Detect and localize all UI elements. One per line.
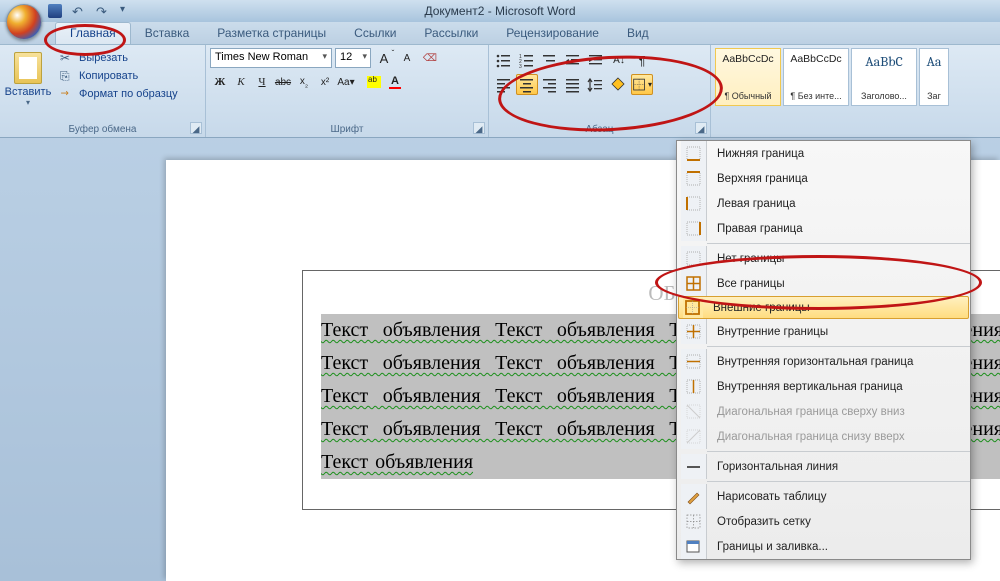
menu-view-gridlines[interactable]: Отобразить сетку (677, 509, 970, 534)
menu-top-border[interactable]: Верхняя граница (677, 166, 970, 191)
strikethrough-button[interactable]: abc (273, 72, 293, 92)
change-case-button[interactable]: Aa▾ (336, 72, 356, 92)
menu-right-border[interactable]: Правая граница (677, 216, 970, 241)
title-bar: ↶ ↷ ▾ Документ2 - Microsoft Word (0, 0, 1000, 22)
bullets-button[interactable] (493, 50, 515, 71)
italic-button[interactable]: К (231, 72, 251, 92)
tab-view[interactable]: Вид (613, 23, 663, 44)
paste-icon (14, 52, 42, 84)
underline-button[interactable]: Ч (252, 72, 272, 92)
office-button[interactable] (6, 4, 42, 40)
qat-customize-icon[interactable]: ▾ (120, 4, 134, 18)
group-clipboard: Вставить ▾ Вырезать Копировать Формат по… (0, 45, 206, 137)
brush-icon (60, 87, 74, 101)
style-normal[interactable]: AaBbCcDc ¶ Обычный (715, 48, 781, 106)
justify-button[interactable] (562, 74, 584, 95)
menu-inside-vertical-border[interactable]: Внутренняя вертикальная граница (677, 374, 970, 399)
group-label-clipboard: Буфер обмена (4, 122, 201, 136)
menu-diagonal-down-border: Диагональная граница сверху вниз (677, 399, 970, 424)
align-left-button[interactable] (493, 74, 515, 95)
menu-left-border[interactable]: Левая граница (677, 191, 970, 216)
line-spacing-button[interactable] (585, 74, 607, 95)
undo-icon[interactable]: ↶ (72, 4, 86, 18)
style-no-spacing[interactable]: AaBbCcDc ¶ Без инте... (783, 48, 849, 106)
numbering-button[interactable]: 123 (516, 50, 538, 71)
tab-review[interactable]: Рецензирование (492, 23, 613, 44)
multilevel-list-button[interactable] (539, 50, 561, 71)
decrease-indent-button[interactable] (562, 50, 584, 71)
clear-formatting-button[interactable]: ⌫ (420, 48, 440, 68)
menu-outside-borders[interactable]: Внешние границы (678, 296, 969, 319)
tab-page-layout[interactable]: Разметка страницы (203, 23, 340, 44)
shading-button[interactable] (608, 74, 630, 95)
highlight-button[interactable] (364, 72, 384, 92)
grow-font-button[interactable]: Aˇ (374, 48, 394, 68)
align-center-button[interactable] (516, 74, 538, 95)
sort-button[interactable]: A↓ (608, 50, 630, 71)
paste-button[interactable]: Вставить ▾ (4, 48, 52, 107)
shrink-font-button[interactable]: A (397, 48, 417, 68)
borders-dropdown-menu: Нижняя граница Верхняя граница Левая гра… (676, 140, 971, 560)
tab-mailings[interactable]: Рассылки (410, 23, 492, 44)
menu-diagonal-up-border: Диагональная граница снизу вверх (677, 424, 970, 449)
copy-icon (60, 69, 74, 83)
style-heading2[interactable]: Aa Заг (919, 48, 949, 106)
menu-inside-borders[interactable]: Внутренние границы (677, 319, 970, 344)
group-label-font: Шрифт (210, 122, 484, 136)
svg-text:3: 3 (519, 64, 522, 70)
align-right-button[interactable] (539, 74, 561, 95)
font-color-button[interactable]: A (385, 72, 405, 92)
menu-horizontal-line[interactable]: Горизонтальная линия (677, 454, 970, 479)
ribbon-tabs: Главная Вставка Разметка страницы Ссылки… (0, 22, 1000, 45)
dialog-launcher-clipboard[interactable]: ◢ (190, 122, 202, 134)
group-styles: AaBbCcDc ¶ Обычный AaBbCcDc ¶ Без инте..… (711, 45, 1000, 137)
tab-insert[interactable]: Вставка (131, 23, 204, 44)
redo-icon[interactable]: ↷ (96, 4, 110, 18)
group-paragraph: 123 A↓ ¶ ▾ Абзац ◢ (489, 45, 711, 137)
menu-inside-horizontal-border[interactable]: Внутренняя горизонтальная граница (677, 349, 970, 374)
menu-bottom-border[interactable]: Нижняя граница (677, 141, 970, 166)
group-font: Times New Roman 12 Aˇ A ⌫ Ж К Ч abc x₂ x… (206, 45, 489, 137)
superscript-button[interactable]: x² (315, 72, 335, 92)
style-heading1[interactable]: AaBbC Заголово... (851, 48, 917, 106)
scissors-icon (60, 51, 74, 65)
font-name-combo[interactable]: Times New Roman (210, 48, 332, 68)
window-title: Документ2 - Microsoft Word (424, 4, 575, 18)
save-icon[interactable] (48, 4, 62, 18)
bold-button[interactable]: Ж (210, 72, 230, 92)
tab-home[interactable]: Главная (55, 22, 131, 44)
copy-button[interactable]: Копировать (56, 68, 182, 84)
menu-borders-and-shading[interactable]: Границы и заливка... (677, 534, 970, 559)
dialog-launcher-font[interactable]: ◢ (473, 122, 485, 134)
increase-indent-button[interactable] (585, 50, 607, 71)
dialog-launcher-paragraph[interactable]: ◢ (695, 122, 707, 134)
cut-button[interactable]: Вырезать (56, 50, 182, 66)
group-label-paragraph: Абзац (493, 122, 706, 136)
ribbon: Вставить ▾ Вырезать Копировать Формат по… (0, 45, 1000, 138)
subscript-button[interactable]: x₂ (294, 72, 314, 92)
menu-all-borders[interactable]: Все границы (677, 271, 970, 296)
format-painter-button[interactable]: Формат по образцу (56, 86, 182, 102)
menu-no-border[interactable]: Нет границы (677, 246, 970, 271)
font-size-combo[interactable]: 12 (335, 48, 371, 68)
tab-references[interactable]: Ссылки (340, 23, 410, 44)
borders-button[interactable]: ▾ (631, 74, 653, 95)
menu-draw-table[interactable]: Нарисовать таблицу (677, 484, 970, 509)
show-hide-button[interactable]: ¶ (631, 50, 653, 71)
